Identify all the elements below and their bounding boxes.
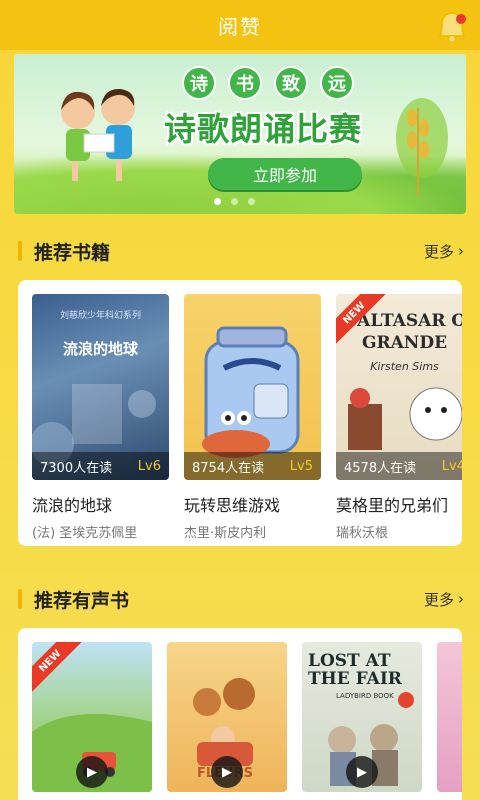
carousel-dot[interactable] <box>231 198 238 205</box>
audio-more-link[interactable]: 更多 › <box>424 589 464 610</box>
play-button[interactable]: ▶ <box>346 756 378 788</box>
level-badge: Lv4 <box>441 458 462 474</box>
book-author: 瑞秋沃根 <box>336 526 389 541</box>
carousel-dots <box>214 198 255 205</box>
play-icon: ▶ <box>87 764 97 780</box>
banner-title: 诗歌朗诵比赛 <box>164 110 363 148</box>
chevron-right-icon: › <box>458 590 464 608</box>
banner-tag: 书 <box>228 66 262 100</box>
app-title: 阅赞 <box>218 14 262 39</box>
book-cover: BALTASAR O GRANDE Kirsten Sims NEW 4578人… <box>336 294 462 480</box>
more-label: 更多 <box>423 242 454 261</box>
book-author: (法) 圣埃克苏佩里 <box>32 526 138 541</box>
book-title: 莫格里的兄弟们 <box>336 496 449 515</box>
banner-tag: 诗 <box>182 66 216 100</box>
book-card[interactable]: 刘慈欣少年科幻系列 流浪的地球 7300人在读 Lv6 流浪的地球 (法) 圣埃… <box>32 294 169 541</box>
audiobook-card[interactable]: NEW ▶ <box>32 642 152 792</box>
chevron-right-icon: › <box>458 242 464 260</box>
audiobook-card[interactable]: LOST AT THE FAIR LADYBIRD BOOK ▶ <box>302 642 422 792</box>
play-icon: ▶ <box>222 764 232 780</box>
reader-count: 7300人在读 <box>40 460 113 476</box>
more-label: 更多 <box>423 590 454 609</box>
carousel-dot[interactable] <box>248 198 255 205</box>
audio-section-header: 推荐有声书 更多 › <box>18 584 464 614</box>
book-card[interactable]: 8754人在读 Lv5 玩转思维游戏 杰里·斯皮内利 <box>184 294 321 541</box>
children-illustration <box>61 88 135 181</box>
top-bar: 阅赞 <box>0 0 480 50</box>
banner-tag: 致 <box>274 66 308 100</box>
bell-icon <box>438 12 466 44</box>
notification-dot <box>456 14 466 24</box>
books-section-header: 推荐书籍 更多 › <box>18 236 464 266</box>
books-more-link[interactable]: 更多 › <box>424 241 464 262</box>
book-cover: 8754人在读 Lv5 <box>184 294 321 480</box>
carousel-dot[interactable] <box>214 198 221 205</box>
cover-stats: 7300人在读 Lv6 <box>32 452 169 480</box>
section-accent-bar <box>18 589 22 609</box>
section-title: 推荐书籍 <box>34 241 111 264</box>
audio-panel: NEW ▶ FLEURS ▶ LOST AT THE FAIR LADYBIRD… <box>18 628 462 800</box>
books-panel: 刘慈欣少年科幻系列 流浪的地球 7300人在读 Lv6 流浪的地球 (法) 圣埃… <box>18 280 462 546</box>
play-button[interactable]: ▶ <box>211 756 243 788</box>
promo-banner[interactable]: 诗 书 致 远 诗歌朗诵比赛 立即参加 <box>14 54 466 214</box>
cover-stats: 8754人在读 Lv5 <box>184 452 321 480</box>
reader-count: 4578人在读 <box>344 460 417 476</box>
reader-count: 8754人在读 <box>192 460 265 476</box>
level-badge: Lv5 <box>289 458 313 474</box>
play-icon: ▶ <box>357 764 367 780</box>
book-card[interactable]: BALTASAR O GRANDE Kirsten Sims NEW 4578人… <box>336 294 462 541</box>
book-title: 玩转思维游戏 <box>184 496 281 515</box>
banner-tags: 诗 书 致 远 <box>182 66 354 100</box>
cover-stats: 4578人在读 Lv4 <box>336 452 462 480</box>
wheat-illustration <box>396 98 448 196</box>
section-accent-bar <box>18 241 22 261</box>
audiobook-card[interactable] <box>437 642 462 792</box>
audiobook-card[interactable]: FLEURS ▶ <box>167 642 287 792</box>
join-now-button[interactable]: 立即参加 <box>208 158 362 190</box>
book-title: 流浪的地球 <box>32 496 113 515</box>
book-author: 杰里·斯皮内利 <box>184 526 267 541</box>
play-button[interactable]: ▶ <box>76 756 108 788</box>
book-cover: 刘慈欣少年科幻系列 流浪的地球 7300人在读 Lv6 <box>32 294 169 480</box>
banner-tag: 远 <box>320 66 354 100</box>
level-badge: Lv6 <box>137 458 161 474</box>
notification-button[interactable] <box>432 6 472 44</box>
section-title: 推荐有声书 <box>34 589 130 612</box>
